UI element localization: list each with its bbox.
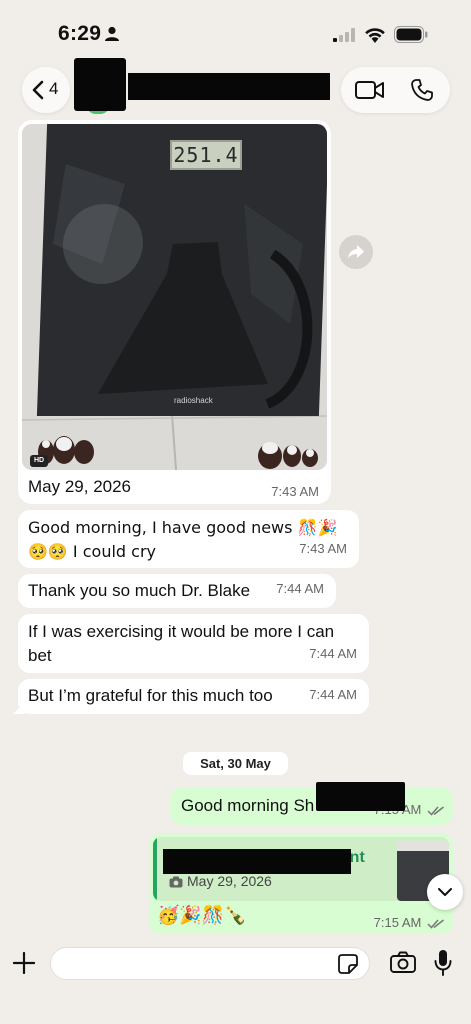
cellular-signal-icon	[333, 28, 355, 42]
message-text-line: If I was exercising it would be more I c…	[28, 622, 335, 641]
quote-accent-bar	[153, 837, 157, 901]
feet-right	[258, 442, 318, 469]
call-actions	[341, 67, 450, 113]
photo-caption: May 29, 2026	[28, 477, 132, 496]
forward-button[interactable]	[339, 235, 373, 269]
camera-small-icon	[169, 876, 183, 888]
camera-icon[interactable]	[390, 951, 416, 973]
incoming-message[interactable]: Thank you so much Dr. Blake 7:44 AM	[18, 574, 336, 608]
message-emojis: 🥳🎉🎊🍾	[157, 905, 247, 926]
chevron-down-icon	[438, 888, 452, 896]
phone-call-icon[interactable]	[410, 78, 434, 102]
date-divider: Sat, 30 May	[183, 752, 288, 775]
redacted-quote-author	[163, 849, 351, 874]
message-time: 7:43 AM	[299, 541, 347, 556]
scale-display: 251.4	[170, 140, 242, 170]
avatar[interactable]	[74, 58, 126, 111]
double-check-icon	[427, 806, 444, 816]
message-time: 7:15 AM	[373, 915, 422, 930]
quoted-message[interactable]: tient May 29, 2026	[153, 837, 449, 901]
outgoing-message[interactable]: tient May 29, 2026 🥳🎉🎊🍾 7:15 AM	[149, 833, 453, 934]
message-meta: 7:15 AM	[374, 915, 445, 930]
microphone-icon[interactable]	[434, 949, 452, 977]
status-bar: 6:29	[0, 0, 471, 64]
plus-icon[interactable]	[13, 952, 35, 974]
video-call-icon[interactable]	[354, 78, 386, 102]
redacted-name	[316, 782, 405, 811]
message-input[interactable]	[50, 947, 370, 980]
outgoing-message[interactable]: Good morning Sh 7:15 AM	[170, 787, 453, 825]
composer-bar	[0, 942, 471, 1024]
scale-brand: radioshack	[174, 396, 213, 405]
quote-caption: May 29, 2026	[187, 873, 272, 889]
person-icon	[105, 26, 119, 41]
forward-icon	[348, 245, 364, 259]
back-chevron-icon	[32, 80, 44, 100]
incoming-message[interactable]: If I was exercising it would be more I c…	[18, 614, 369, 673]
message-time: 7:43 AM	[271, 484, 319, 499]
unread-count: 4	[49, 79, 59, 98]
double-check-icon	[427, 919, 444, 929]
incoming-message[interactable]: But I’m grateful for this much too 7:44 …	[18, 679, 369, 714]
hd-badge: HD	[30, 455, 48, 467]
incoming-message[interactable]: Good morning, I have good news 🎊🎉 🥺🥺 I c…	[18, 510, 359, 568]
message-text: Good morning Sh	[181, 796, 315, 815]
scale-photo[interactable]: 251.4 radioshack HD	[22, 124, 327, 470]
sticker-icon[interactable]	[337, 953, 359, 975]
scroll-to-bottom-button[interactable]	[427, 874, 463, 910]
wifi-icon	[365, 28, 385, 43]
message-time: 7:44 AM	[309, 646, 357, 661]
photo-message[interactable]: 251.4 radioshack HD May 29, 2026 7:43 AM	[18, 120, 331, 504]
message-time: 7:44 AM	[276, 581, 324, 596]
back-button[interactable]: 4	[22, 67, 70, 113]
contact-name[interactable]	[128, 73, 330, 100]
status-time: 6:29	[58, 22, 102, 45]
message-time: 7:44 AM	[309, 687, 357, 702]
battery-icon	[394, 26, 428, 43]
